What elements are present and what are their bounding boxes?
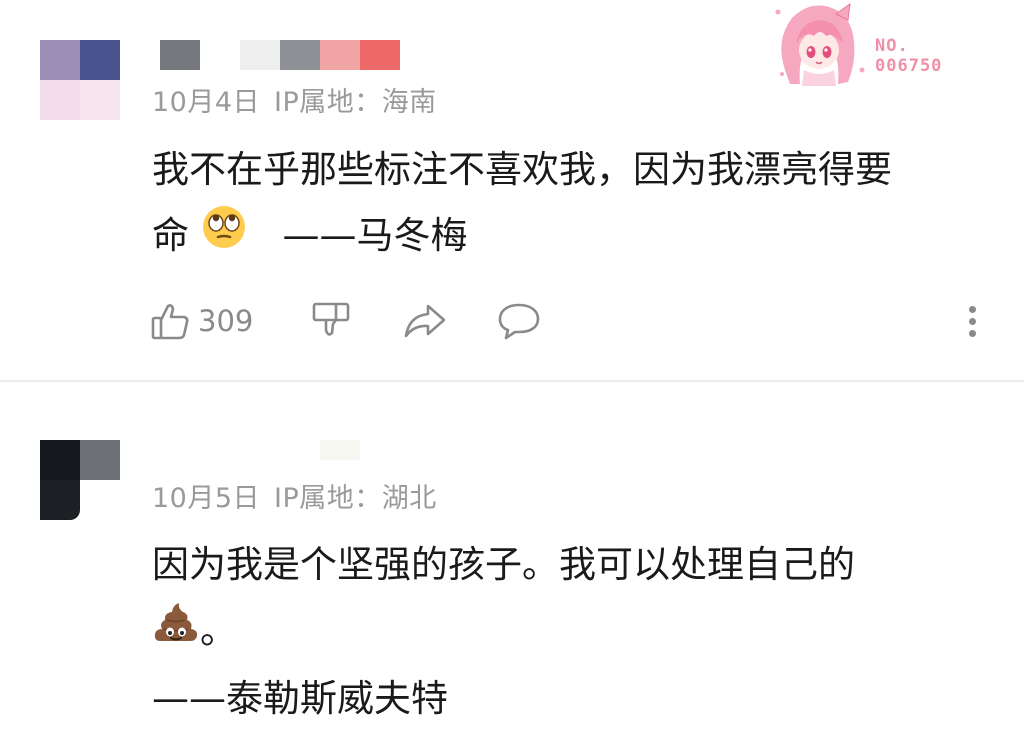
username-censored[interactable] [320,440,360,470]
like-count: 309 [198,304,254,338]
comment-feed: 10月4日 IP属地：海南 我不在乎那些标注不喜欢我，因为我漂亮得要 命 ——马冬… [0,0,1024,742]
reply-button[interactable] [496,298,542,344]
comment-text-line: 我不在乎那些标注不喜欢我，因为我漂亮得要 [152,148,892,191]
comment-text-line: 。 [152,598,855,666]
comment-divider [0,380,1024,382]
comment-text-line: 因为我是个坚强的孩子。我可以处理自己的 [152,543,855,586]
ip-label: IP属地： [274,483,382,514]
comment-text-line: ——泰勒斯威夫特 [152,676,448,720]
ip-region: 海南 [381,87,437,118]
comment-meta: 10月4日 IP属地：海南 [152,80,437,119]
comment-actions: 309 [150,298,990,344]
dislike-button[interactable] [310,298,352,344]
share-arrow-icon [402,300,448,342]
anime-girl-sticker-icon [775,2,865,86]
comment-text-line: 命 ——马冬梅 [152,203,892,271]
comment-date: 10月5日 [152,483,261,514]
avatar[interactable] [40,440,120,520]
comment-meta: 10月5日 IP属地：湖北 [152,476,437,515]
ip-region: 湖北 [381,483,437,514]
rolling-eyes-emoji-icon [201,204,247,271]
sticker-badge: NO. 006750 [770,0,970,90]
comment-text: 因为我是个坚强的孩子。我可以处理自己的 。 ——泰勒斯威夫特 [152,532,855,732]
poop-emoji-icon [152,600,200,666]
avatar[interactable] [40,40,120,120]
more-options-icon[interactable] [962,302,982,342]
share-button[interactable] [402,298,448,344]
thumbs-up-icon [150,300,192,342]
username-censored[interactable] [160,40,400,70]
comment-date: 10月4日 [152,87,261,118]
thumbs-down-icon [310,300,352,342]
speech-bubble-icon [496,300,542,342]
like-button[interactable]: 309 [150,298,253,344]
ip-label: IP属地： [274,87,382,118]
comment-text: 我不在乎那些标注不喜欢我，因为我漂亮得要 命 ——马冬梅 [152,137,892,271]
badge-number: NO. 006750 [875,36,943,76]
